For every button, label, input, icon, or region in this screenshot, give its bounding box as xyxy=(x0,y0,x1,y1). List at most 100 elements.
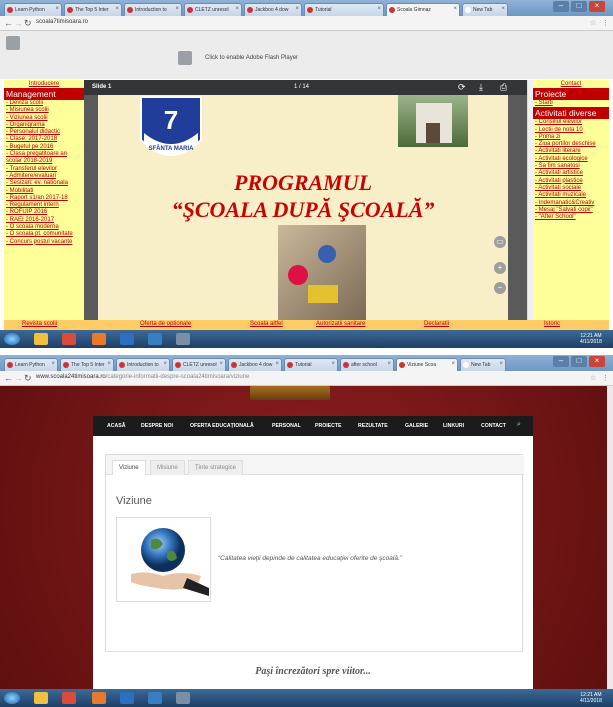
forward-arrow-icon[interactable]: → xyxy=(14,18,23,28)
back-arrow-icon[interactable]: ← xyxy=(4,18,13,28)
menu-item-oferta-educationala[interactable]: OFERTA EDUCAȚIONALĂ xyxy=(190,423,254,429)
maximize-button[interactable]: □ xyxy=(571,356,587,367)
nav-link[interactable]: - Raport s1/an 2017-18 xyxy=(4,195,84,202)
nav-link[interactable]: - Bugetul pe 2016 xyxy=(4,144,84,151)
nav-link[interactable]: - Clase: 2017-2018 xyxy=(4,136,84,143)
close-icon[interactable]: × xyxy=(387,361,391,367)
close-icon[interactable]: × xyxy=(55,6,59,12)
app-icon[interactable] xyxy=(176,692,190,704)
nav-link[interactable]: - O scoala pt. comunitate xyxy=(4,231,84,238)
forward-arrow-icon[interactable]: → xyxy=(14,373,23,383)
close-icon[interactable]: × xyxy=(219,361,223,367)
browser-tab[interactable]: The Top 5 Inter × xyxy=(64,3,122,16)
reload-icon[interactable]: ↻ xyxy=(24,18,32,29)
nav-link[interactable]: - Sa fim sanatosi xyxy=(533,163,609,170)
menu-item-acasa[interactable]: ACASĂ xyxy=(107,423,125,429)
bottom-link[interactable]: Oferta de optionale xyxy=(140,321,191,327)
nav-link[interactable]: - Deviza scolii xyxy=(4,100,84,107)
nav-link[interactable]: - Activitati ecologice xyxy=(533,156,609,163)
nav-link[interactable]: - Clasa pregatitoare an scolar 2018-2019 xyxy=(4,151,84,166)
chrome-icon[interactable] xyxy=(62,333,76,345)
app-icon[interactable] xyxy=(148,692,162,704)
bookmark-star-icon[interactable]: ☆ xyxy=(590,374,596,382)
app-icon[interactable] xyxy=(92,333,106,345)
nav-link[interactable]: - RAEI 2016-2017 xyxy=(4,217,84,224)
nav-link[interactable]: - Viziunea scolii xyxy=(4,115,84,122)
nav-link[interactable]: - Admitere/evaluari xyxy=(4,173,84,180)
nav-link[interactable]: - "After School" xyxy=(533,214,609,221)
start-button[interactable] xyxy=(4,333,20,345)
close-icon[interactable]: × xyxy=(115,6,119,12)
bottom-link[interactable]: Istoric xyxy=(544,321,560,327)
taskbar-clock[interactable]: 12:21 AM 4/11/2018 xyxy=(580,692,602,704)
url-field[interactable]: scoala7timisoara.ro xyxy=(36,19,88,25)
word-icon[interactable] xyxy=(120,333,134,345)
browser-tab[interactable]: Jackboo 4 dow × xyxy=(244,3,302,16)
nav-link[interactable]: - Activitati artistice xyxy=(533,170,609,177)
bookmark-star-icon[interactable]: ☆ xyxy=(590,19,596,27)
bottom-link[interactable]: Autorizatii sanitare xyxy=(316,321,365,327)
browser-tab[interactable]: New Tab × xyxy=(460,358,506,371)
app-icon[interactable] xyxy=(176,333,190,345)
app-icon[interactable] xyxy=(148,333,162,345)
browser-tab[interactable]: The Top 5 Inter × xyxy=(60,358,114,371)
tab-misiune[interactable]: Misiune xyxy=(150,460,185,475)
zoom-in-button[interactable]: + xyxy=(494,262,506,274)
app-icon[interactable] xyxy=(92,692,106,704)
chrome-icon[interactable] xyxy=(62,692,76,704)
nav-link[interactable]: - ROFUIP 2016 xyxy=(4,209,84,216)
nav-link[interactable]: - Activitati muzicale xyxy=(533,192,609,199)
nav-link[interactable]: - Activitati sociale xyxy=(533,185,609,192)
close-icon[interactable]: × xyxy=(453,6,457,12)
menu-item-personal[interactable]: PERSONAL xyxy=(272,423,301,429)
menu-icon[interactable]: ⋮ xyxy=(602,19,609,27)
nav-link[interactable]: - Misiunea scolii xyxy=(4,107,84,114)
browser-tab[interactable]: Tutorial × xyxy=(284,358,338,371)
close-icon[interactable]: × xyxy=(235,6,239,12)
close-icon[interactable]: × xyxy=(331,361,335,367)
browser-tab[interactable]: after school × xyxy=(340,358,394,371)
browser-tab-active[interactable]: Viziune Scoa × xyxy=(396,358,458,371)
close-window-button[interactable]: × xyxy=(589,1,605,12)
browser-tab[interactable]: Learn Python × xyxy=(4,358,58,371)
flash-placeholder-bar[interactable]: Click to enable Adobe Flash Player xyxy=(0,31,613,79)
menu-icon[interactable]: ⋮ xyxy=(602,374,609,382)
nav-link-introducere[interactable]: Introducere xyxy=(4,80,84,88)
print-icon[interactable]: ⎙ xyxy=(500,82,507,93)
menu-item-proiecte[interactable]: PROIECTE xyxy=(315,423,342,429)
nav-link-contact[interactable]: Contact xyxy=(533,80,609,88)
menu-item-contact[interactable]: CONTACT xyxy=(481,423,506,429)
close-icon[interactable]: × xyxy=(163,361,167,367)
fit-page-button[interactable]: ▭ xyxy=(494,236,506,248)
nav-link[interactable]: - Regulament intern xyxy=(4,202,84,209)
browser-tab[interactable]: Introduction to × xyxy=(124,3,182,16)
browser-tab[interactable]: Learn Python × xyxy=(4,3,62,16)
browser-tab[interactable]: Jackboo 4 dow × xyxy=(228,358,282,371)
close-window-button[interactable]: × xyxy=(589,356,605,367)
bottom-link[interactable]: Scoala altfel xyxy=(250,321,283,327)
search-icon[interactable]: ⌕ xyxy=(517,421,521,429)
close-icon[interactable]: × xyxy=(295,6,299,12)
nav-link[interactable]: - Sesizari: ev. nationala xyxy=(4,180,84,187)
browser-tab[interactable]: Introduction to × xyxy=(116,358,170,371)
close-icon[interactable]: × xyxy=(451,361,455,367)
tab-tinte-strategice[interactable]: Ținte strategice xyxy=(188,460,244,475)
browser-tab[interactable]: New Tab × xyxy=(462,3,508,16)
minimize-button[interactable]: – xyxy=(553,356,569,367)
back-arrow-icon[interactable]: ← xyxy=(4,373,13,383)
nav-link[interactable]: - Activitati plastice xyxy=(533,178,609,185)
tab-viziune[interactable]: Viziune xyxy=(112,460,146,475)
nav-link[interactable]: - Lectii de nota 10 xyxy=(533,127,609,134)
menu-item-linkuri[interactable]: LINKURI xyxy=(443,423,464,429)
explorer-icon[interactable] xyxy=(34,333,48,345)
close-icon[interactable]: × xyxy=(175,6,179,12)
flash-enable-text[interactable]: Click to enable Adobe Flash Player xyxy=(205,55,298,61)
nav-link[interactable]: - Prima zi xyxy=(533,134,609,141)
browser-tab[interactable]: CLETZ unresol × xyxy=(184,3,242,16)
nav-link[interactable]: - Activitati literare xyxy=(533,148,609,155)
menu-item-galerie[interactable]: GALERIE xyxy=(405,423,428,429)
close-icon[interactable]: × xyxy=(107,361,111,367)
browser-tab[interactable]: Tutorial × xyxy=(304,3,384,16)
menu-item-despre-noi[interactable]: DESPRE NOI xyxy=(141,423,173,429)
nav-link[interactable]: - Transferul elevilor xyxy=(4,166,84,173)
